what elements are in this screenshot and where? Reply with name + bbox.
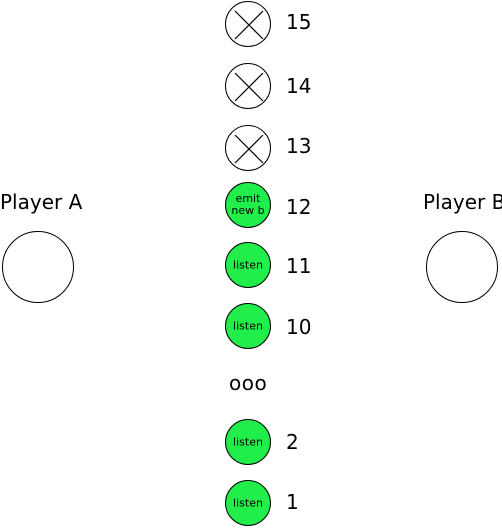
cross-icon [234, 72, 264, 102]
node-11-label: listen [233, 258, 263, 272]
node-number-2: 2 [286, 430, 299, 454]
node-1-listen: listen [225, 480, 271, 526]
node-2-label: listen [233, 435, 263, 449]
node-number-1: 1 [286, 490, 299, 514]
node-2-listen: listen [225, 419, 271, 465]
player-a-label: Player A [0, 190, 83, 214]
node-10-listen: listen [225, 303, 271, 349]
node-12-emit: emit new b [225, 182, 271, 228]
player-a-circle [2, 231, 74, 303]
ellipsis: ooo [229, 371, 268, 395]
node-11-listen: listen [225, 242, 271, 288]
node-number-11: 11 [286, 254, 312, 278]
node-12-label: emit new b [231, 192, 265, 217]
node-number-15: 15 [286, 10, 312, 34]
cross-icon [234, 134, 264, 164]
player-b-circle [426, 231, 498, 303]
player-b-label: Player B [423, 190, 502, 214]
node-number-13: 13 [286, 134, 312, 158]
cross-icon [234, 10, 264, 40]
node-number-12: 12 [286, 195, 312, 219]
node-14-crossed [225, 63, 271, 109]
node-13-crossed [225, 125, 271, 171]
node-10-label: listen [233, 319, 263, 333]
node-number-10: 10 [286, 315, 312, 339]
node-number-14: 14 [286, 74, 312, 98]
node-1-label: listen [233, 496, 263, 510]
node-15-crossed [225, 1, 271, 47]
